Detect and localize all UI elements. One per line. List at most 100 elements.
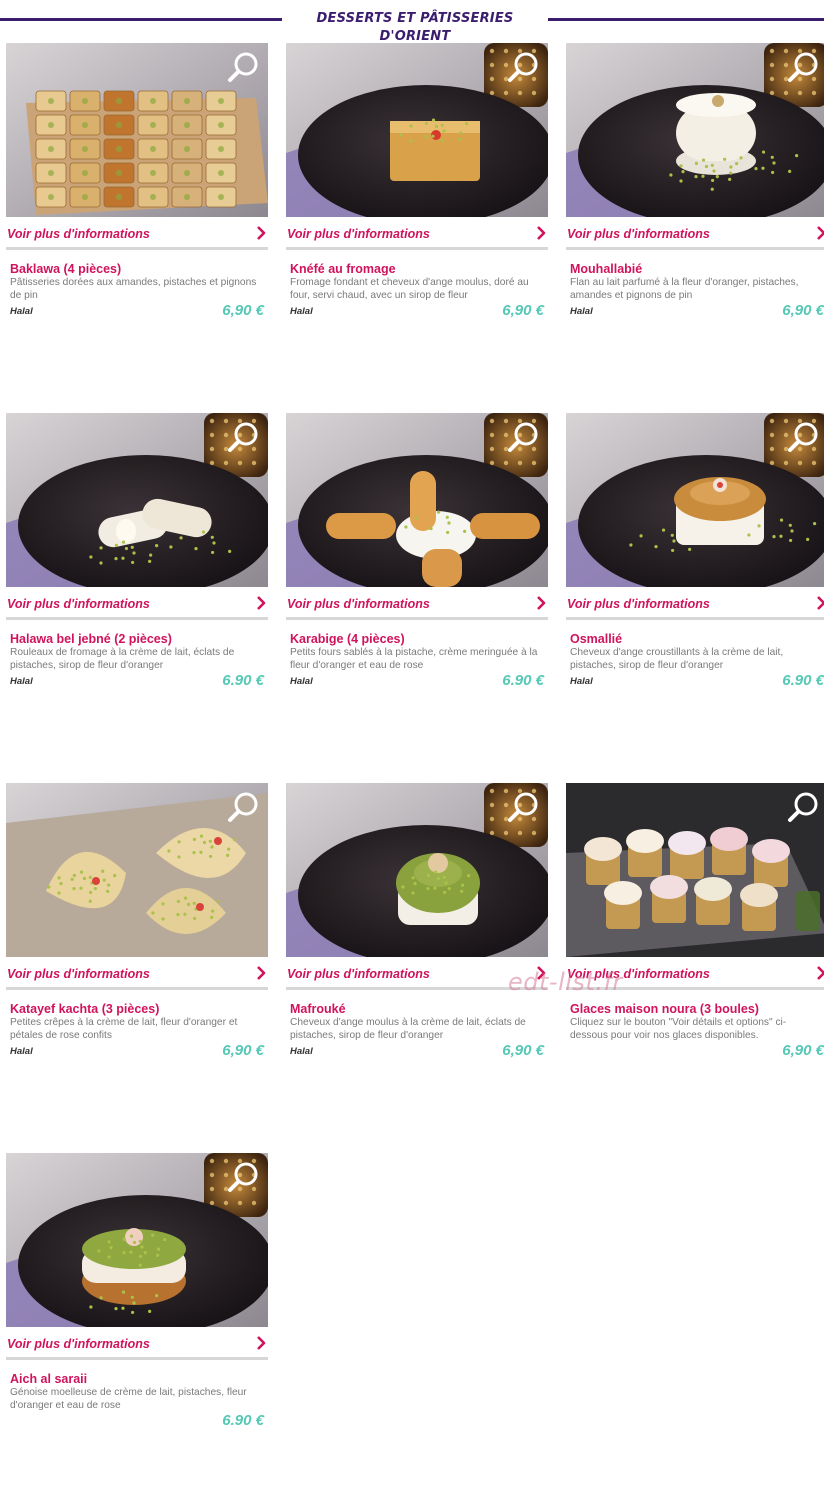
product-footer: Halal 6,90 € — [290, 1042, 544, 1068]
chevron-right-icon — [816, 965, 824, 983]
product-price: 6,90 € — [782, 302, 824, 319]
watermark: edt-list.fr — [508, 968, 623, 996]
product-footer: Halal 6.90 € — [570, 672, 824, 698]
product-description: Flan au lait parfumé à la fleur d'orange… — [570, 277, 799, 301]
more-info-label: Voir plus d'informations — [287, 967, 430, 981]
product-card: Voir plus d'informations Katayef kachta … — [6, 783, 268, 1068]
product-footer: 6.90 € — [10, 1412, 264, 1438]
more-info-link[interactable]: Voir plus d'informations — [6, 591, 268, 620]
product-photo[interactable] — [6, 1153, 268, 1327]
halal-badge: Halal — [570, 676, 593, 687]
product-footer: Halal 6,90 € — [10, 302, 264, 328]
more-info-label: Voir plus d'informations — [287, 227, 430, 241]
product-name[interactable]: Karabige (4 pièces) — [290, 632, 544, 646]
zoom-icon[interactable] — [226, 789, 262, 825]
product-price: 6,90 € — [782, 1042, 824, 1059]
product-description: Cheveux d'ange croustillants à la crème … — [570, 647, 784, 671]
zoom-icon[interactable] — [786, 789, 822, 825]
product-name[interactable]: Baklawa (4 pièces) — [10, 262, 264, 276]
product-name[interactable]: Katayef kachta (3 pièces) — [10, 1002, 264, 1016]
product-name[interactable]: Knéfé au fromage — [290, 262, 544, 276]
zoom-icon[interactable] — [226, 49, 262, 85]
product-photo[interactable] — [286, 413, 548, 587]
more-info-link[interactable]: Voir plus d'informations — [6, 961, 268, 990]
more-info-link[interactable]: Voir plus d'informations — [566, 591, 824, 620]
product-price: 6,90 € — [502, 1042, 544, 1059]
more-info-label: Voir plus d'informations — [7, 227, 150, 241]
more-info-label: Voir plus d'informations — [567, 227, 710, 241]
product-photo[interactable] — [286, 783, 548, 957]
product-name[interactable]: Aich al saraii — [10, 1372, 264, 1386]
product-description: Petits fours sablés à la pistache, crème… — [290, 647, 538, 671]
more-info-label: Voir plus d'informations — [7, 597, 150, 611]
product-price: 6.90 € — [222, 672, 264, 689]
chevron-right-icon — [536, 225, 546, 243]
product-price: 6.90 € — [502, 672, 544, 689]
product-footer: Halal 6,90 € — [570, 302, 824, 328]
section-title: DESSERTS ET PÂTISSERIES D'ORIENT — [316, 11, 514, 44]
chevron-right-icon — [256, 1335, 266, 1353]
product-footer: Halal 6,90 € — [10, 1042, 264, 1068]
product-footer: Halal 6.90 € — [290, 672, 544, 698]
more-info-label: Voir plus d'informations — [7, 1337, 150, 1351]
halal-badge: Halal — [290, 306, 313, 317]
header-rule-right — [548, 18, 824, 21]
halal-badge: Halal — [10, 306, 33, 317]
zoom-icon[interactable] — [786, 419, 822, 455]
product-card: Voir plus d'informations Halawa bel jebn… — [6, 413, 268, 698]
zoom-icon[interactable] — [506, 789, 542, 825]
zoom-icon[interactable] — [226, 1159, 262, 1195]
halal-badge: Halal — [290, 676, 313, 687]
zoom-icon[interactable] — [506, 419, 542, 455]
chevron-right-icon — [816, 595, 824, 613]
chevron-right-icon — [256, 965, 266, 983]
halal-badge: Halal — [10, 1046, 33, 1057]
product-name[interactable]: Mafrouké — [290, 1002, 544, 1016]
product-photo[interactable] — [566, 413, 824, 587]
chevron-right-icon — [256, 225, 266, 243]
product-name[interactable]: Mouhallabié — [570, 262, 824, 276]
halal-badge: Halal — [290, 1046, 313, 1057]
more-info-link[interactable]: Voir plus d'informations — [286, 591, 548, 620]
more-info-label: Voir plus d'informations — [7, 967, 150, 981]
product-photo[interactable] — [6, 413, 268, 587]
product-name[interactable]: Halawa bel jebné (2 pièces) — [10, 632, 264, 646]
product-price: 6.90 € — [782, 672, 824, 689]
product-card: Voir plus d'informations Knéfé au fromag… — [286, 43, 548, 328]
product-price: 6.90 € — [222, 1412, 264, 1429]
product-photo[interactable] — [286, 43, 548, 217]
product-photo[interactable] — [566, 43, 824, 217]
more-info-link[interactable]: Voir plus d'informations — [6, 221, 268, 250]
product-footer: 6,90 € — [570, 1042, 824, 1068]
product-price: 6,90 € — [222, 302, 264, 319]
product-footer: Halal 6.90 € — [10, 672, 264, 698]
product-description: Cheveux d'ange moulus à la crème de lait… — [290, 1017, 526, 1041]
more-info-link[interactable]: Voir plus d'informations — [286, 221, 548, 250]
product-footer: Halal 6,90 € — [290, 302, 544, 328]
product-photo[interactable] — [566, 783, 824, 957]
product-card: Voir plus d'informations Mafrouké Cheveu… — [286, 783, 548, 1068]
more-info-label: Voir plus d'informations — [287, 597, 430, 611]
section-header: DESSERTS ET PÂTISSERIES D'ORIENT — [0, 6, 824, 44]
halal-badge: Halal — [570, 306, 593, 317]
product-photo[interactable] — [6, 783, 268, 957]
product-price: 6,90 € — [502, 302, 544, 319]
zoom-icon[interactable] — [786, 49, 822, 85]
header-rule-left — [0, 18, 282, 21]
zoom-icon[interactable] — [506, 49, 542, 85]
more-info-label: Voir plus d'informations — [567, 597, 710, 611]
halal-badge: Halal — [10, 676, 33, 687]
product-description: Petites crêpes à la crème de lait, fleur… — [10, 1017, 238, 1041]
more-info-link[interactable]: Voir plus d'informations — [6, 1331, 268, 1360]
chevron-right-icon — [256, 595, 266, 613]
product-card: Voir plus d'informations Baklawa (4 pièc… — [6, 43, 268, 328]
product-card: Voir plus d'informations Glaces maison n… — [566, 783, 824, 1068]
more-info-link[interactable]: Voir plus d'informations — [566, 221, 824, 250]
zoom-icon[interactable] — [226, 419, 262, 455]
product-description: Pâtisseries dorées aux amandes, pistache… — [10, 277, 257, 301]
product-card: Voir plus d'informations Aich al saraii … — [6, 1153, 268, 1438]
product-name[interactable]: Osmallié — [570, 632, 824, 646]
product-photo[interactable] — [6, 43, 268, 217]
product-description: Cliquez sur le bouton "Voir détails et o… — [570, 1017, 787, 1041]
product-name[interactable]: Glaces maison noura (3 boules) — [570, 1002, 824, 1016]
